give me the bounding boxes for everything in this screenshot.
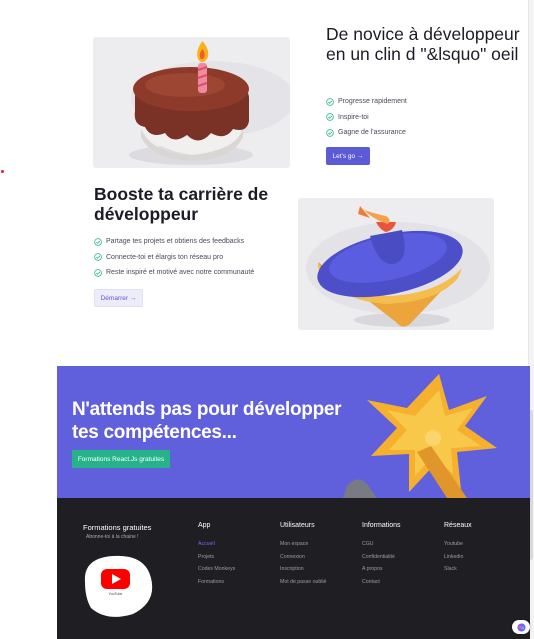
list-item: Partage tes projets et obtiens des feedb… [94, 234, 254, 250]
demarrer-button[interactable]: Démarrer → [94, 289, 143, 307]
feature-label: Connecte-toi et élargis ton réseau pro [106, 253, 224, 261]
formations-banner: N'attends pas pour développer tes compét… [57, 366, 530, 498]
feature-label: Partage tes projets et obtiens des feedb… [106, 238, 245, 246]
footer-link-confidentialite[interactable]: Confidentialité [362, 551, 401, 564]
footer-link-youtube[interactable]: Youtube [444, 538, 472, 551]
landing-page: De novice à développeur en un clin d "&l… [0, 0, 534, 639]
footer-link-projets[interactable]: Projets [198, 551, 235, 564]
footer-column-reseaux: Réseaux Youtube Linkedin Slack [444, 522, 472, 576]
section-one-feature-list: Progresse rapidement Inspire-toi Gagne d… [326, 94, 407, 141]
footer-brand-title: Formations gratuites [83, 523, 152, 532]
check-circle-icon [326, 128, 334, 137]
youtube-caption: YouTube [108, 592, 123, 596]
check-circle-icon [94, 268, 102, 277]
check-circle-icon [94, 237, 102, 246]
list-item: Progresse rapidement [326, 94, 407, 110]
feature-label: Inspire-toi [338, 113, 369, 121]
spinning-top-illustration [298, 198, 494, 330]
site-footer: Formations gratuites Abonne-toi à la cha… [57, 498, 530, 639]
cake-illustration [93, 37, 290, 168]
footer-link-mon-espace[interactable]: Mon espace [280, 538, 326, 551]
footer-link-cgu[interactable]: CGU [362, 538, 401, 551]
footer-heading: Réseaux [444, 522, 472, 529]
check-circle-icon [94, 253, 102, 262]
footer-link-codes-monkeys[interactable]: Codes Monkeys [198, 563, 235, 576]
section-one-title: De novice à développeur en un clin d "&l… [326, 24, 520, 64]
chat-widget-icon [516, 622, 526, 632]
footer-link-a-propos[interactable]: A propos [362, 563, 401, 576]
check-circle-icon [326, 113, 334, 122]
page-marker-dot [1, 170, 4, 173]
footer-link-accueil[interactable]: Accueil [198, 538, 235, 551]
footer-link-inscription[interactable]: Inscription [280, 563, 326, 576]
list-item: Reste inspiré et motivé avec notre commu… [94, 265, 254, 281]
footer-link-contact[interactable]: Contact [362, 576, 401, 589]
footer-link-mot-de-passe-oublie[interactable]: Mot de passe oublié [280, 576, 326, 589]
footer-column-informations: Informations CGU Confidentialité A propo… [362, 522, 401, 589]
footer-column-app: App Accueil Projets Codes Monkeys Format… [198, 522, 235, 589]
section-two-feature-list: Partage tes projets et obtiens des feedb… [94, 234, 254, 281]
footer-heading: Informations [362, 522, 401, 529]
footer-link-linkedin[interactable]: Linkedin [444, 551, 472, 564]
banner-title: N'attends pas pour développer tes compét… [72, 399, 342, 443]
feature-label: Gagne de l'assurance [338, 129, 406, 137]
chat-widget-button[interactable] [512, 620, 530, 634]
formations-react-button[interactable]: Formations React.Js gratuites [72, 450, 170, 468]
footer-heading: App [198, 522, 211, 529]
footer-link-slack[interactable]: Slack [444, 563, 472, 576]
youtube-channel-link[interactable]: YouTube [79, 552, 154, 620]
section-two-title: Booste ta carrière de développeur [94, 184, 269, 224]
lets-go-button[interactable]: Let's go → [326, 147, 370, 165]
footer-brand-subtitle: Abonne-toi à la chaine ! [86, 534, 139, 540]
footer-heading: Utilisateurs [280, 522, 315, 529]
feature-label: Progresse rapidement [338, 98, 407, 106]
feature-label: Reste inspiré et motivé avec notre commu… [106, 269, 255, 277]
footer-link-connexion[interactable]: Connexion [280, 551, 326, 564]
list-item: Connecte-toi et élargis ton réseau pro [94, 250, 254, 266]
scrollbar-thumb[interactable] [530, 410, 533, 560]
footer-link-formations[interactable]: Formations [198, 576, 235, 589]
list-item: Gagne de l'assurance [326, 125, 407, 141]
list-item: Inspire-toi [326, 110, 407, 126]
footer-column-utilisateurs: Utilisateurs Mon espace Connexion Inscri… [280, 522, 326, 589]
check-circle-icon [326, 97, 334, 106]
